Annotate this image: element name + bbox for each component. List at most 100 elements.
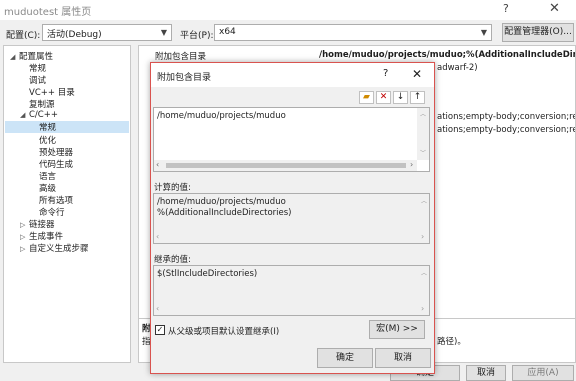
tree-item-label: 常规 — [39, 123, 57, 133]
tree-item-label: 高级 — [39, 184, 57, 194]
config-manager-label: 配置管理器(O)... — [504, 27, 572, 37]
tree-item-debugging[interactable]: 调试 — [29, 74, 46, 86]
prop-value-include-dirs[interactable]: /home/muduo/projects/muduo;%(AdditionalI… — [319, 50, 575, 60]
include-dirs-list[interactable]: /home/muduo/projects/muduo ︿ ﹀ ‹ › — [153, 107, 430, 172]
window-title: muduotest 属性页 — [4, 7, 92, 18]
tree-item-copy-sources[interactable]: 复制源 — [29, 98, 55, 110]
computed-line-1: /home/muduo/projects/muduo — [157, 197, 286, 207]
inherit-checkbox-label[interactable]: 从父级或项目默认设置继承(I) — [168, 325, 279, 337]
scroll-left-icon[interactable]: ‹ — [156, 304, 159, 313]
tree-item-label: 自定义生成步骤 — [29, 244, 89, 254]
apply-button[interactable]: 应用(A) — [512, 365, 574, 381]
expander-icon[interactable]: ◢ — [10, 53, 19, 61]
config-label: 配置(C): — [6, 31, 41, 41]
description-text-right: 路径)。 — [437, 337, 466, 347]
tree-item-label: 所有选项 — [39, 196, 74, 206]
tree-item-cpp-general[interactable]: 常规 — [5, 121, 129, 133]
macros-label: 宏(M) >> — [376, 324, 418, 334]
platform-label: 平台(P): — [180, 31, 214, 41]
tree-item-label: 调试 — [29, 76, 47, 86]
delete-icon[interactable]: ✕ — [376, 91, 391, 104]
tree-item-label: 链接器 — [29, 220, 55, 230]
expander-icon[interactable]: ▷ — [20, 245, 29, 253]
config-tree[interactable]: ◢ 配置属性 常规 调试 VC++ 目录 复制源 ◢ C/C++ 常规 优化 预处理… — [3, 45, 131, 363]
include-dirs-dialog: 附加包含目录 ? ✕ ▰ ✕ ↓ ↑ /home/muduo/projects/… — [150, 62, 435, 374]
list-item[interactable]: /home/muduo/projects/muduo — [157, 111, 286, 121]
help-icon[interactable]: ? — [503, 2, 509, 15]
tree-item-label: 配置属性 — [19, 52, 54, 62]
prop-name-include-dirs[interactable]: 附加包含目录 — [155, 50, 206, 62]
tree-item-language[interactable]: 语言 — [39, 170, 56, 182]
inherited-label: 继承的值: — [154, 255, 191, 265]
new-folder-icon[interactable]: ▰ — [359, 91, 374, 104]
dialog-titlebar: 附加包含目录 ? ✕ — [151, 63, 434, 87]
window-titlebar: muduotest 属性页 ? ✕ — [0, 0, 576, 20]
apply-label: 应用(A) — [527, 368, 559, 378]
vertical-scrollbar[interactable]: ︿ ﹀ — [417, 108, 429, 160]
close-icon[interactable]: ✕ — [412, 67, 422, 81]
move-down-icon[interactable]: ↓ — [393, 91, 408, 104]
computed-line-2: %(AdditionalIncludeDirectories) — [157, 208, 292, 218]
prop-value-warnings-1[interactable]: ations;empty-body;conversion;return — [437, 112, 575, 122]
config-manager-button[interactable]: 配置管理器(O)... — [502, 23, 574, 42]
dialog-cancel-button[interactable]: 取消 — [375, 348, 431, 368]
expander-icon[interactable]: ◢ — [20, 111, 29, 119]
scroll-up-icon[interactable]: ︿ — [421, 196, 427, 205]
tree-item-label: 优化 — [39, 136, 57, 146]
list-toolbar: ▰ ✕ ↓ ↑ — [153, 89, 430, 107]
chevron-down-icon: ▼ — [480, 28, 487, 37]
tree-item-advanced[interactable]: 高级 — [39, 182, 56, 194]
scroll-right-icon[interactable]: › — [421, 304, 424, 313]
dialog-ok-button[interactable]: 确定 — [317, 348, 373, 368]
tree-item-label: 命令行 — [39, 208, 65, 218]
horizontal-scrollbar[interactable]: ‹ › — [154, 160, 417, 171]
help-icon[interactable]: ? — [383, 68, 388, 79]
tree-item-label: VC++ 目录 — [29, 88, 75, 98]
inherited-value: $(StlIncludeDirectories) — [157, 269, 258, 279]
cancel-label: 取消 — [476, 368, 495, 378]
platform-dropdown[interactable]: x64 ▼ — [214, 24, 492, 41]
inherited-values-box: $(StlIncludeDirectories) ︿ ‹ › — [153, 265, 430, 316]
tree-item-build-events[interactable]: ▷ 生成事件 — [20, 230, 63, 242]
scroll-right-icon[interactable]: › — [421, 232, 424, 241]
tree-item-general[interactable]: 常规 — [29, 62, 46, 74]
tree-item-config-props[interactable]: ◢ 配置属性 — [10, 50, 53, 62]
tree-item-all-options[interactable]: 所有选项 — [39, 194, 73, 206]
prop-value-debug-format[interactable]: adwarf-2) — [437, 63, 478, 73]
tree-item-optimization[interactable]: 优化 — [39, 134, 56, 146]
tree-item-label: 生成事件 — [29, 232, 64, 242]
tree-item-label: 复制源 — [29, 100, 55, 110]
move-up-icon[interactable]: ↑ — [410, 91, 425, 104]
expander-icon[interactable]: ▷ — [20, 221, 29, 229]
tree-item-label: C/C++ — [29, 110, 58, 120]
tree-item-label: 语言 — [39, 172, 57, 182]
macros-button[interactable]: 宏(M) >> — [369, 320, 425, 339]
scroll-down-icon[interactable]: ﹀ — [420, 148, 426, 157]
tree-item-codegen[interactable]: 代码生成 — [39, 158, 73, 170]
tree-item-custom-build[interactable]: ▷ 自定义生成步骤 — [20, 242, 89, 254]
inherit-checkbox[interactable]: ✓ — [155, 325, 165, 335]
scrollbar-thumb[interactable] — [166, 163, 406, 168]
close-icon[interactable]: ✕ — [549, 1, 560, 16]
prop-value-warnings-2[interactable]: ations;empty-body;conversion;return — [437, 125, 575, 135]
tree-item-label: 预处理器 — [39, 148, 74, 158]
tree-item-vc-dirs[interactable]: VC++ 目录 — [29, 86, 75, 98]
computed-label: 计算的值: — [154, 183, 191, 193]
expander-icon[interactable]: ▷ — [20, 233, 29, 241]
config-dropdown[interactable]: 活动(Debug) ▼ — [42, 24, 172, 41]
tree-item-preprocessor[interactable]: 预处理器 — [39, 146, 73, 158]
tree-item-label: 代码生成 — [39, 160, 74, 170]
scroll-left-icon[interactable]: ‹ — [156, 232, 159, 241]
tree-item-cpp[interactable]: ◢ C/C++ — [20, 110, 58, 120]
chevron-down-icon: ▼ — [160, 28, 167, 37]
scroll-left-icon[interactable]: ‹ — [156, 160, 159, 169]
platform-value: x64 — [219, 27, 236, 37]
tree-item-label: 常规 — [29, 64, 47, 74]
scroll-up-icon[interactable]: ︿ — [421, 268, 427, 277]
scroll-up-icon[interactable]: ︿ — [420, 109, 426, 118]
scroll-right-icon[interactable]: › — [410, 160, 413, 169]
tree-item-command-line[interactable]: 命令行 — [39, 206, 65, 218]
cancel-button[interactable]: 取消 — [466, 365, 506, 381]
computed-values-box: /home/muduo/projects/muduo %(AdditionalI… — [153, 193, 430, 244]
tree-item-linker[interactable]: ▷ 链接器 — [20, 218, 55, 230]
